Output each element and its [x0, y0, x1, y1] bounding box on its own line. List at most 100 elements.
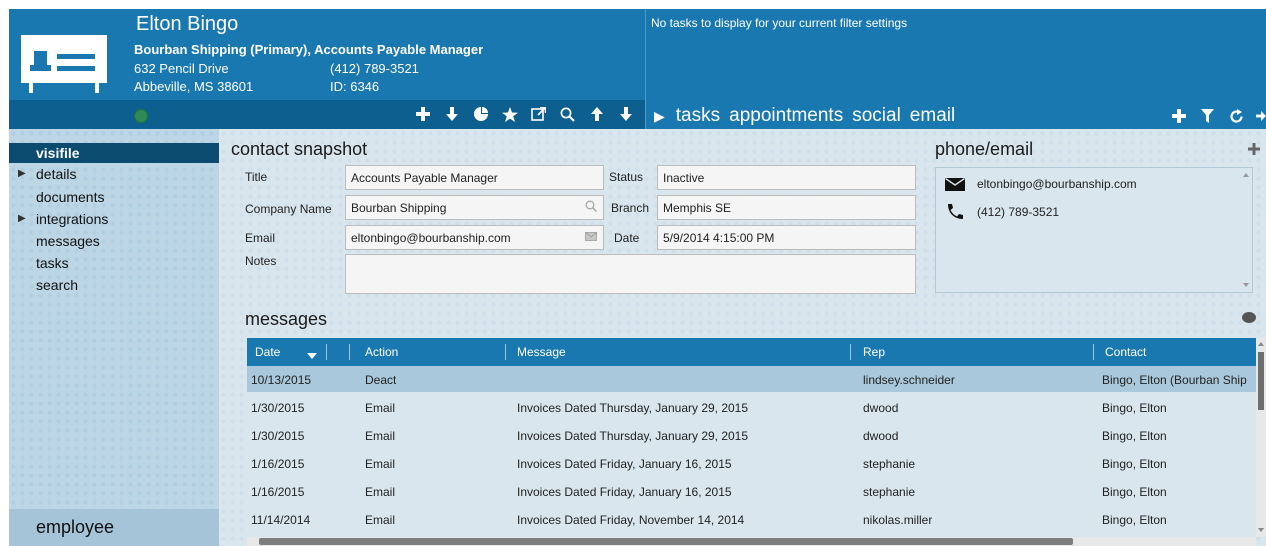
notes-label: Notes: [245, 254, 277, 268]
company-name-label: Company Name: [245, 202, 332, 216]
cell-message: Invoices Dated Thursday, January 29, 201…: [517, 401, 749, 415]
search-icon[interactable]: [585, 200, 598, 215]
table-row[interactable]: 1/30/2015 Email Invoices Dated Thursday,…: [247, 422, 1256, 448]
nav-item-visifile[interactable]: visifile: [9, 143, 219, 163]
cell-contact: Bingo, Elton (Bourban Ship: [1102, 373, 1247, 387]
phone-email-row-phone[interactable]: (412) 789-3521: [945, 204, 1059, 220]
nav-item-integrations[interactable]: ▶ integrations: [9, 209, 219, 229]
nav-item-label: details: [36, 166, 77, 182]
email-field[interactable]: eltonbingo@bourbanship.com: [345, 225, 604, 250]
cell-rep: lindsey.schneider: [863, 373, 955, 387]
play-arrow-icon[interactable]: ▶: [654, 108, 665, 125]
filter-icon[interactable]: [1198, 105, 1217, 127]
cell-date: 1/30/2015: [251, 401, 305, 415]
messages-vertical-scrollbar[interactable]: [1256, 338, 1266, 537]
status-label: Status: [609, 170, 644, 184]
nav-item-details[interactable]: ▶ details: [9, 164, 219, 184]
column-separator: [505, 344, 506, 360]
refresh-icon[interactable]: [1227, 105, 1246, 127]
task-empty-message: No tasks to display for your current fil…: [651, 16, 908, 30]
cell-contact: Bingo, Elton: [1102, 401, 1167, 415]
add-phone-email-icon[interactable]: [1248, 140, 1260, 160]
left-nav: visifile ▶ details documents ▶ integration…: [9, 129, 219, 546]
column-header-action[interactable]: Action: [365, 345, 398, 359]
nav-item-label: documents: [36, 189, 105, 205]
cell-date: 10/13/2015: [251, 373, 312, 387]
branch-field[interactable]: Memphis SE: [657, 195, 916, 220]
plus-icon[interactable]: [413, 103, 432, 125]
envelope-icon: [945, 177, 965, 191]
table-row[interactable]: 1/16/2015 Email Invoices Dated Friday, J…: [247, 478, 1256, 504]
scrollbar-thumb[interactable]: [259, 538, 1073, 545]
pie-chart-icon[interactable]: [471, 103, 490, 125]
contact-address-line1: 632 Pencil Drive: [134, 61, 229, 76]
task-toolbar: [1169, 105, 1266, 127]
cell-action: Email: [365, 401, 396, 415]
table-row[interactable]: 1/16/2015 Email Invoices Dated Friday, J…: [247, 450, 1256, 476]
cell-rep: stephanie: [863, 457, 916, 471]
plus-icon[interactable]: [1169, 105, 1188, 127]
column-header-message[interactable]: Message: [517, 345, 566, 359]
tab-social[interactable]: social: [852, 105, 901, 127]
chat-bubble-icon[interactable]: [1242, 312, 1256, 323]
status-field[interactable]: Inactive: [657, 165, 916, 190]
email-value: eltonbingo@bourbanship.com: [351, 231, 511, 245]
nav-item-label: integrations: [36, 211, 109, 227]
nav-item-search[interactable]: search: [9, 275, 219, 295]
cell-contact: Bingo, Elton: [1102, 429, 1167, 443]
title-field[interactable]: Accounts Payable Manager: [345, 165, 604, 190]
cell-contact: Bingo, Elton: [1102, 485, 1167, 499]
arrow-right-icon[interactable]: [1256, 105, 1266, 127]
cell-contact: Bingo, Elton: [1102, 513, 1167, 527]
nav-item-label: search: [36, 277, 79, 293]
nav-item-messages[interactable]: messages: [9, 231, 219, 251]
tab-tasks[interactable]: tasks: [676, 105, 720, 127]
arrow-down-icon[interactable]: [442, 103, 461, 125]
tab-email[interactable]: email: [910, 105, 955, 127]
arrow-down-icon[interactable]: [616, 103, 635, 125]
contact-header: Elton Bingo Bourban Shipping (Primary), …: [9, 9, 1266, 129]
notes-field[interactable]: [345, 254, 916, 294]
nav-item-documents[interactable]: documents: [9, 187, 219, 207]
date-field[interactable]: 5/9/2014 4:15:00 PM: [657, 225, 916, 250]
table-row[interactable]: 10/13/2015 Deact lindsey.schneider Bingo…: [247, 366, 1256, 392]
envelope-icon[interactable]: [585, 230, 597, 244]
cell-action: Email: [365, 485, 396, 499]
messages-title: messages: [245, 309, 328, 329]
table-row[interactable]: 11/14/2014 Email Invoices Dated Friday, …: [247, 506, 1256, 532]
tab-appointments[interactable]: appointments: [729, 105, 843, 127]
cell-date: 11/14/2014: [251, 513, 311, 527]
sort-desc-icon[interactable]: [307, 348, 317, 362]
table-row[interactable]: 1/30/2015 Email Invoices Dated Thursday,…: [247, 394, 1256, 420]
cell-message: Invoices Dated Friday, November 14, 2014: [517, 513, 745, 527]
star-icon[interactable]: [500, 103, 519, 125]
external-link-icon[interactable]: [529, 103, 548, 125]
arrow-up-icon[interactable]: [587, 103, 606, 125]
column-separator: [1093, 344, 1094, 360]
column-header-rep[interactable]: Rep: [863, 345, 885, 359]
column-header-date[interactable]: Date: [255, 345, 280, 359]
search-icon[interactable]: [558, 103, 577, 125]
nav-footer-label: employee: [36, 517, 115, 537]
messages-grid-header: Date Action Message Rep Contact: [247, 338, 1256, 366]
expand-arrow-icon[interactable]: ▶: [18, 164, 26, 184]
cell-action: Email: [365, 429, 396, 443]
nav-item-tasks[interactable]: tasks: [9, 253, 219, 273]
cell-date: 1/30/2015: [251, 429, 305, 443]
messages-horizontal-scrollbar[interactable]: [247, 537, 1256, 546]
cell-rep: stephanie: [863, 485, 916, 499]
column-header-contact[interactable]: Contact: [1105, 345, 1146, 359]
cell-date: 1/16/2015: [251, 485, 305, 499]
main-content: contact snapshot Title Accounts Payable …: [219, 129, 1266, 546]
phone-email-row-email[interactable]: eltonbingo@bourbanship.com: [945, 177, 1137, 191]
expand-arrow-icon[interactable]: ▶: [18, 209, 26, 229]
cell-message: Invoices Dated Friday, January 16, 2015: [517, 485, 732, 499]
cell-contact: Bingo, Elton: [1102, 457, 1167, 471]
nav-item-label: tasks: [36, 255, 69, 271]
cell-rep: dwood: [863, 429, 899, 443]
cell-action: Deact: [365, 373, 397, 387]
company-name-field[interactable]: Bourban Shipping: [345, 195, 604, 220]
nav-footer[interactable]: employee: [9, 509, 219, 546]
cell-rep: nikolas.miller: [863, 513, 933, 527]
phone-email-scrollbar[interactable]: [1241, 169, 1251, 291]
